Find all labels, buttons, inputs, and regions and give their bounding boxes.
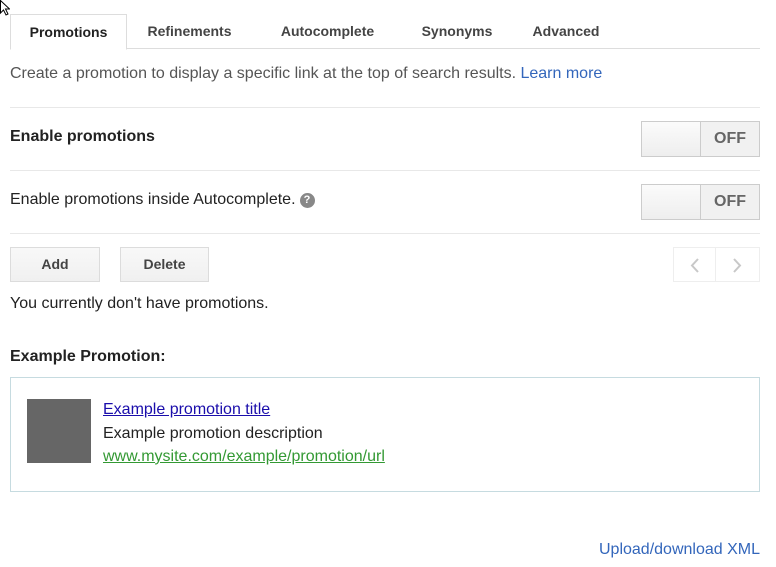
tab-bar: Promotions Refinements Autocomplete Syno… <box>10 14 760 50</box>
tab-advanced[interactable]: Advanced <box>511 14 621 49</box>
example-promotion-card: Example promotion title Example promotio… <box>10 377 760 492</box>
enable-autocomplete-row: Enable promotions inside Autocomplete.? <box>10 191 315 209</box>
chevron-right-icon <box>733 258 742 273</box>
toggle-state: OFF <box>714 193 746 210</box>
toggle-state: OFF <box>714 130 746 147</box>
intro-description: Create a promotion to display a specific… <box>10 65 517 82</box>
example-promotion-url-link[interactable]: www.mysite.com/example/promotion/url <box>103 448 385 466</box>
enable-promotions-toggle[interactable]: OFF <box>641 121 760 157</box>
enable-promotions-label: Enable promotions <box>10 128 155 145</box>
empty-state-message: You currently don't have promotions. <box>10 295 269 312</box>
promotion-thumbnail <box>27 399 91 463</box>
enable-autocomplete-toggle[interactable]: OFF <box>641 184 760 220</box>
tab-promotions[interactable]: Promotions <box>10 14 127 50</box>
toggle-knob <box>642 185 701 219</box>
question-icon[interactable]: ? <box>299 193 315 208</box>
example-promotion-title-link[interactable]: Example promotion title <box>103 401 270 419</box>
intro-text: Create a promotion to display a specific… <box>10 65 602 83</box>
tab-synonyms[interactable]: Synonyms <box>403 14 511 49</box>
divider <box>10 170 760 171</box>
learn-more-link[interactable]: Learn more <box>520 65 602 82</box>
toggle-knob <box>642 122 701 156</box>
tab-refinements[interactable]: Refinements <box>127 14 252 49</box>
previous-page-button[interactable] <box>673 247 716 282</box>
add-button[interactable]: Add <box>10 247 100 282</box>
example-heading: Example Promotion: <box>10 348 166 365</box>
upload-download-xml-link[interactable]: Upload/download XML <box>599 541 760 559</box>
enable-autocomplete-label: Enable promotions inside Autocomplete. <box>10 191 296 208</box>
delete-button[interactable]: Delete <box>120 247 209 282</box>
chevron-left-icon <box>690 258 699 273</box>
divider <box>10 233 760 234</box>
example-promotion-description: Example promotion description <box>103 425 323 442</box>
tab-autocomplete[interactable]: Autocomplete <box>252 14 403 49</box>
mouse-cursor-icon <box>0 0 10 16</box>
next-page-button[interactable] <box>716 247 760 282</box>
divider <box>10 107 760 108</box>
